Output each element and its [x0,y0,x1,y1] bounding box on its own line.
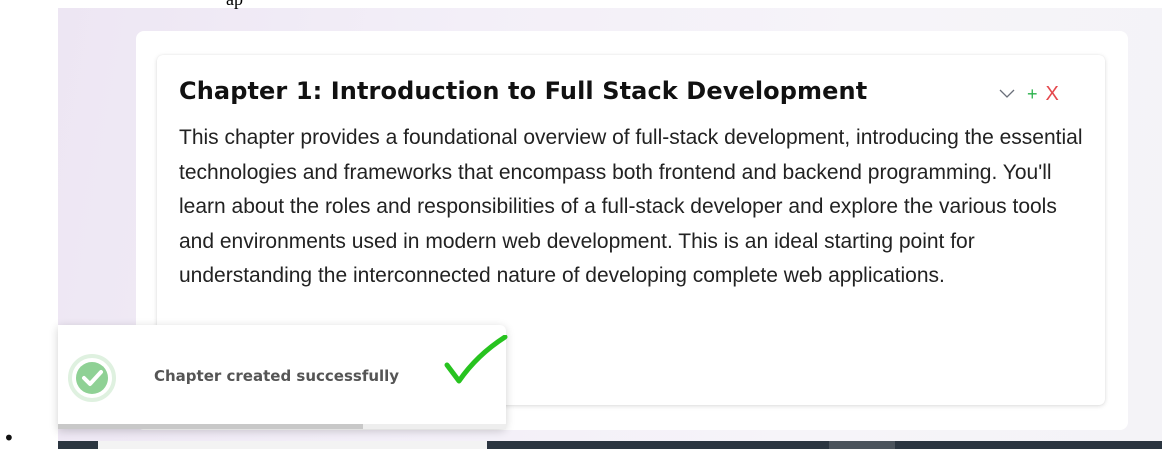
handdrawn-check-icon [443,334,513,385]
toast-message: Chapter created successfully [154,367,400,385]
top-text-fragment: ap [226,0,243,10]
check-circle-icon [66,352,118,404]
bottom-bar-light-segment [98,441,487,449]
success-toast[interactable]: Chapter created successfully [58,325,508,429]
chevron-down-icon[interactable] [999,86,1015,102]
delete-chapter-button[interactable]: X [1046,84,1059,104]
toast-progress-bar [58,424,363,429]
toast-progress-track [58,424,506,429]
chapter-actions: + X [999,81,1059,107]
add-chapter-button[interactable]: + [1027,85,1038,103]
chapter-title: Chapter 1: Introduction to Full Stack De… [179,77,868,105]
scrollbar-thumb[interactable] [829,441,895,449]
chapter-description: This chapter provides a foundational ove… [179,126,1083,287]
list-bullet: • [3,426,15,450]
